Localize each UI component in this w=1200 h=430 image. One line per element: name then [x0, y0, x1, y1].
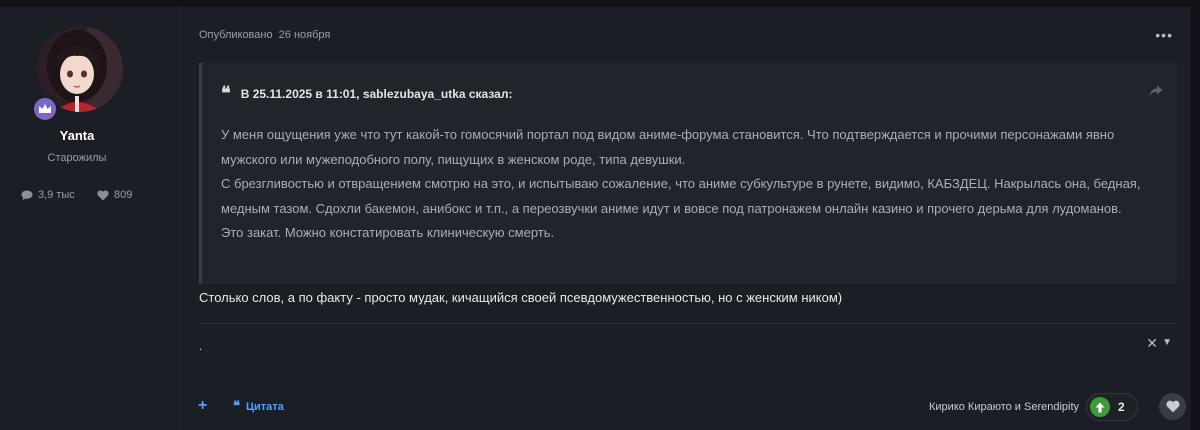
quote-block: ❝ В 25.11.2025 в 11:01, sablezubaya_utka… [199, 63, 1177, 284]
reaction-count: 2 [1118, 400, 1125, 414]
post-content: Опубликовано 26 ноября ••• ❝ В 25.11.202… [181, 7, 1191, 430]
posted-date[interactable]: 26 ноября [279, 29, 331, 41]
scrollbar-track[interactable] [1191, 0, 1200, 430]
reputation-count: 809 [114, 189, 133, 201]
heart-icon [1165, 400, 1180, 413]
posts-stat: 3,9 тыс [21, 189, 75, 201]
quote-header: ❝ В 25.11.2025 в 11:01, sablezubaya_utka… [221, 83, 513, 104]
posted-label: Опубликовано [199, 29, 273, 41]
quote-body: У меня ощущения уже что тут какой-то гом… [221, 123, 1161, 246]
post-meta: Опубликовано 26 ноября [199, 29, 330, 41]
quote-paragraph: Это закат. Можно констатировать клиничес… [221, 225, 555, 241]
multiquote-add-button[interactable]: + [198, 397, 207, 415]
reactors-list[interactable]: Кирико Кираюто и Serendipity [929, 401, 1079, 413]
top-border [0, 0, 1200, 7]
upvote-icon [1090, 397, 1110, 417]
heart-icon [97, 190, 109, 200]
author-group: Старожилы [47, 152, 107, 164]
quote-button[interactable]: ❝ Цитата [233, 399, 284, 414]
rank-badge [31, 95, 59, 123]
reputation-stat: 809 [97, 189, 132, 201]
quote-button-label: Цитата [246, 401, 284, 413]
author-sidebar: Yanta Старожилы 3,9 тыс 809 [0, 7, 180, 430]
quote-icon: ❝ [221, 83, 231, 104]
share-icon[interactable] [1149, 85, 1163, 97]
quote-paragraph: У меня ощущения уже что тут какой-то гом… [221, 127, 1115, 167]
posts-count: 3,9 тыс [38, 189, 75, 201]
reply-text: Столько слов, а по факту - просто мудак,… [199, 290, 843, 305]
comment-icon [21, 190, 33, 200]
author-name[interactable]: Yanta [0, 128, 154, 143]
chevron-down-icon[interactable]: ▼ [1162, 337, 1172, 348]
reaction-summary[interactable]: 2 [1086, 393, 1138, 421]
react-button[interactable] [1159, 393, 1186, 420]
signature-text: . [199, 339, 203, 353]
close-icon[interactable]: ✕ [1146, 335, 1158, 352]
quote-citation[interactable]: В 25.11.2025 в 11:01, sablezubaya_utka с… [241, 87, 513, 101]
more-options-button[interactable]: ••• [1155, 27, 1173, 43]
crown-icon [39, 104, 51, 113]
quote-icon: ❝ [233, 399, 240, 414]
quote-paragraph: С брезгливостью и отвращением смотрю на … [221, 176, 1141, 216]
signature-divider [199, 323, 1177, 324]
